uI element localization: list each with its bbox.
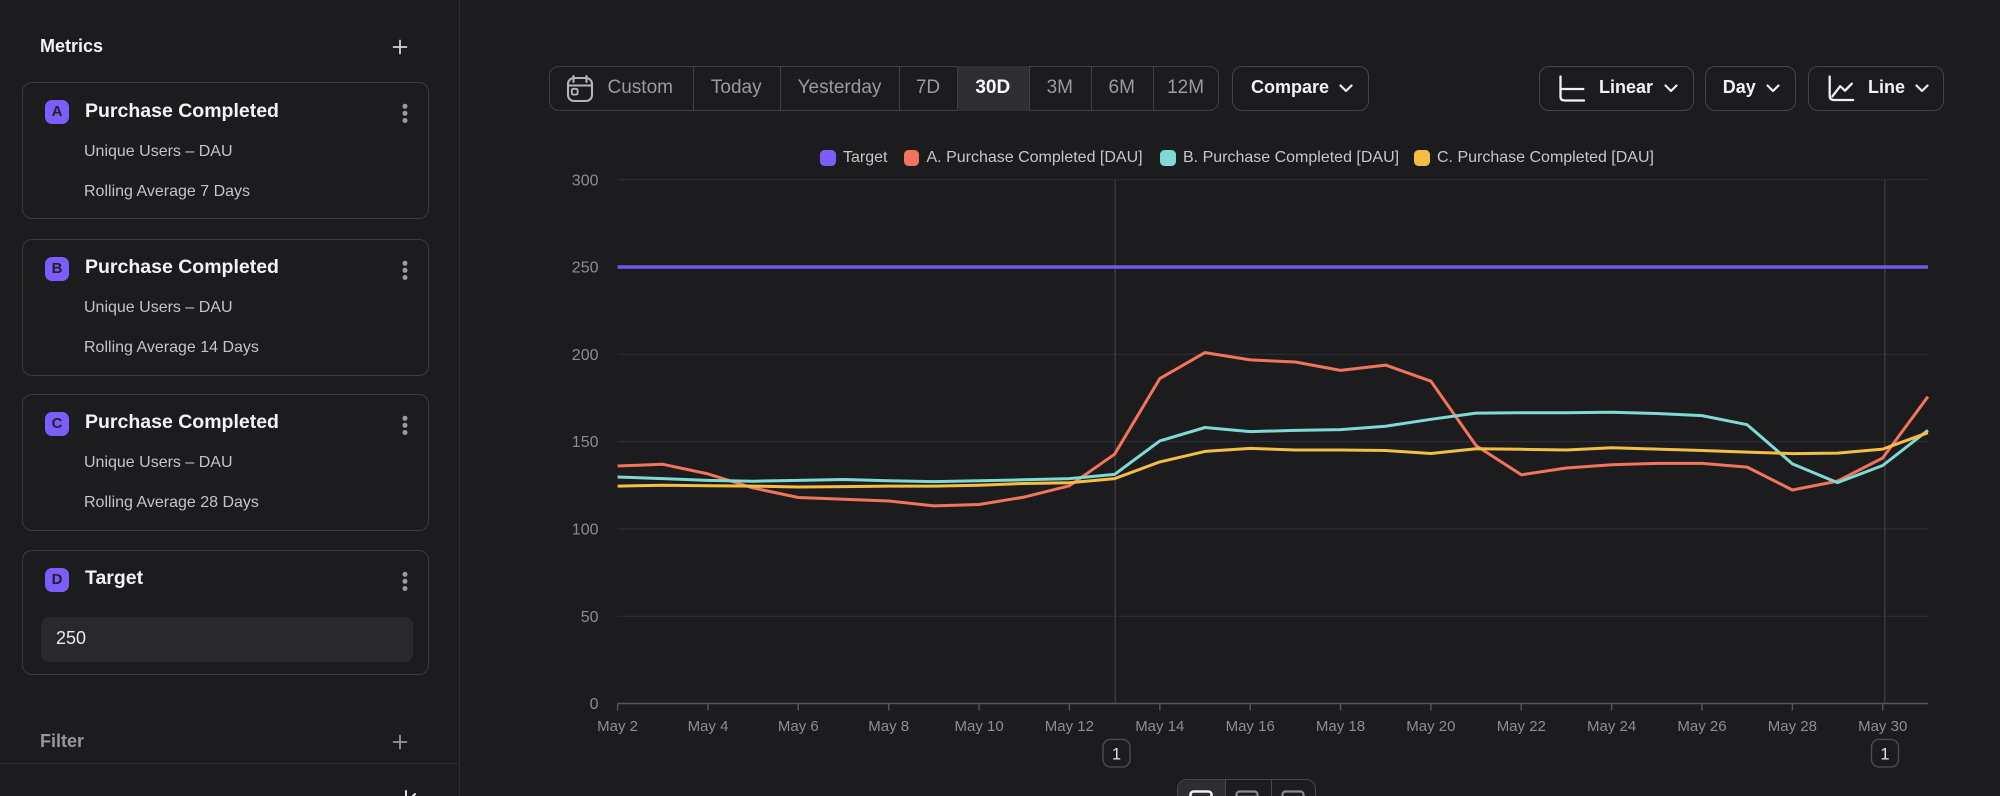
svg-text:May 24: May 24 bbox=[1587, 718, 1636, 735]
svg-text:May 16: May 16 bbox=[1226, 718, 1275, 735]
svg-text:300: 300 bbox=[572, 172, 599, 189]
svg-text:1: 1 bbox=[1112, 745, 1121, 763]
svg-text:May 4: May 4 bbox=[688, 718, 729, 735]
svg-text:May 12: May 12 bbox=[1045, 718, 1094, 735]
svg-text:May 18: May 18 bbox=[1316, 718, 1365, 735]
svg-text:50: 50 bbox=[581, 609, 599, 626]
svg-text:May 6: May 6 bbox=[778, 718, 819, 735]
svg-text:May 22: May 22 bbox=[1497, 718, 1546, 735]
svg-text:May 14: May 14 bbox=[1135, 718, 1184, 735]
svg-text:May 28: May 28 bbox=[1768, 718, 1817, 735]
svg-text:May 30: May 30 bbox=[1858, 718, 1907, 735]
svg-text:May 26: May 26 bbox=[1677, 718, 1726, 735]
svg-text:1: 1 bbox=[1880, 745, 1889, 763]
svg-text:May 2: May 2 bbox=[597, 718, 638, 735]
svg-text:May 20: May 20 bbox=[1406, 718, 1455, 735]
svg-text:May 10: May 10 bbox=[954, 718, 1003, 735]
svg-text:May 8: May 8 bbox=[868, 718, 909, 735]
svg-text:200: 200 bbox=[572, 347, 599, 364]
svg-text:250: 250 bbox=[572, 260, 599, 277]
svg-text:150: 150 bbox=[572, 434, 599, 451]
svg-text:100: 100 bbox=[572, 522, 599, 539]
svg-text:0: 0 bbox=[590, 696, 599, 713]
